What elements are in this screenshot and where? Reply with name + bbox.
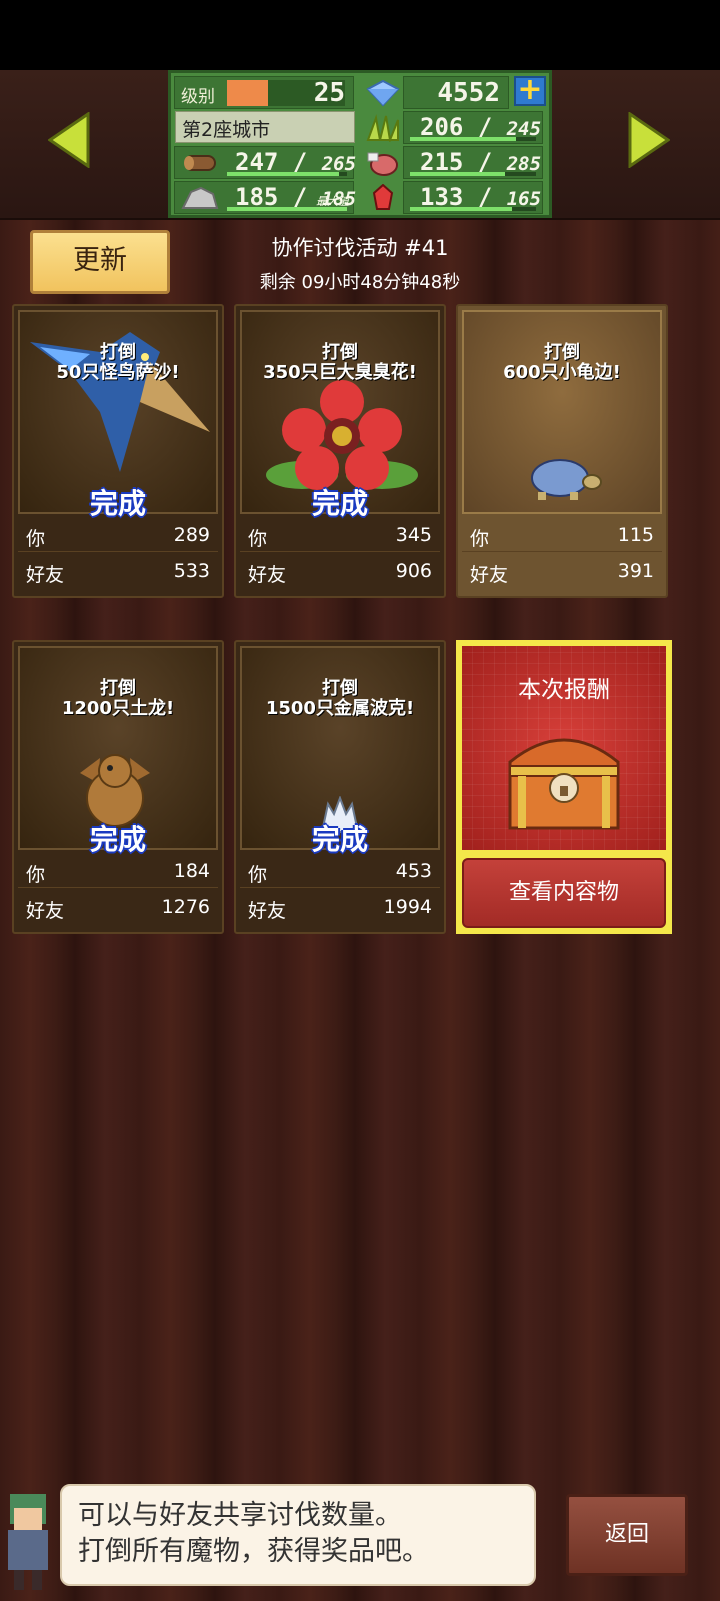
friend-label: 好友	[248, 900, 287, 922]
completed-label: 完成	[89, 823, 146, 856]
friend-value: 1994	[383, 896, 432, 918]
your-count-row: 你 289	[18, 518, 218, 552]
friend-count-row: 好友 1276	[18, 890, 218, 924]
your-count-row: 你 345	[240, 518, 440, 552]
hint-line-2: 打倒所有魔物，获得奖品吧。	[78, 1536, 429, 1567]
resource-panel: 级别 25 4552 + 第2座城市 247 / 265 185 / 185 最…	[168, 70, 552, 218]
character-avatar	[8, 1494, 48, 1590]
level-value: 25	[313, 78, 345, 108]
completed-label: 完成	[311, 823, 368, 856]
friend-value: 533	[173, 560, 210, 582]
you-label: 你	[26, 528, 46, 550]
friend-label: 好友	[470, 564, 509, 586]
previous-arrow-button[interactable]	[47, 111, 90, 169]
level-label: 级别	[181, 87, 215, 107]
hint-line-1: 可以与好友共享讨伐数量。	[78, 1500, 402, 1531]
refresh-button[interactable]: 更新	[30, 230, 170, 294]
city-name: 第2座城市	[175, 111, 355, 143]
reward-card: 本次报酬 查看内容物	[456, 640, 672, 934]
task-line2: 1200只土龙!	[61, 698, 175, 719]
task-art: 打倒 1200只土龙! 完成	[18, 646, 218, 856]
friend-count-row: 好友 1994	[240, 890, 440, 924]
task-card[interactable]: 打倒 600只小龟边! 你 115 好友 391	[456, 304, 668, 598]
you-label: 你	[248, 864, 268, 886]
right-arrow-icon	[628, 111, 671, 169]
reward-title: 本次报酬	[518, 677, 610, 703]
task-line2: 50只怪鸟萨沙!	[56, 362, 180, 383]
task-card[interactable]: 打倒 1200只土龙! 完成 你 184 好友 1276	[12, 640, 224, 934]
add-gems-button[interactable]: +	[514, 75, 546, 106]
grass-bundle-icon	[366, 114, 399, 142]
task-art: 打倒 50只怪鸟萨沙! 完成	[18, 310, 218, 520]
task-art: 打倒 350只巨大臭臭花! 完成	[240, 310, 440, 520]
turtle-monster-icon	[531, 459, 602, 500]
you-value: 115	[617, 524, 654, 546]
your-count-row: 你 453	[240, 854, 440, 888]
task-line2: 350只巨大臭臭花!	[263, 362, 417, 383]
you-label: 你	[26, 864, 46, 886]
friend-label: 好友	[248, 564, 287, 586]
next-arrow-button[interactable]	[628, 111, 671, 169]
task-line2: 600只小龟边!	[503, 362, 621, 383]
friend-count-row: 好友 906	[240, 554, 440, 588]
event-title: 协作讨伐活动 #41	[271, 236, 449, 260]
task-art: 打倒 1500只金属波克! 完成	[240, 646, 440, 856]
friend-label: 好友	[26, 900, 65, 922]
resource-meat: 215 / 285	[367, 146, 543, 179]
event-time-remaining: 剩余 09小时48分钟48秒	[259, 272, 461, 293]
your-count-row: 你 184	[18, 854, 218, 888]
task-card[interactable]: 打倒 350只巨大臭臭花! 完成 你 345 好友 906	[234, 304, 446, 598]
wood-log-icon	[184, 155, 216, 171]
resource-crystal: 133 / 165	[372, 181, 543, 214]
task-card[interactable]: 打倒 1500只金属波克! 完成 你 453 好友 1994	[234, 640, 446, 934]
you-label: 你	[470, 528, 490, 550]
completed-label: 完成	[311, 487, 368, 520]
you-value: 345	[395, 524, 432, 546]
level-cell: 级别 25	[174, 76, 354, 109]
task-art: 打倒 600只小龟边!	[462, 310, 662, 514]
friend-value: 906	[395, 560, 432, 582]
friend-label: 好友	[26, 564, 65, 586]
friend-count-row: 好友 391	[462, 554, 662, 588]
resource-stone: 185 / 185 最大值	[174, 181, 356, 214]
hint-dialog: 可以与好友共享讨伐数量。 打倒所有魔物，获得奖品吧。	[60, 1484, 536, 1586]
status-bar	[0, 0, 720, 70]
gem-icon	[366, 79, 400, 107]
view-contents-button[interactable]: 查看内容物	[462, 858, 666, 928]
resource-grass: 206 / 245	[366, 111, 543, 144]
friend-value: 391	[617, 560, 654, 582]
back-button[interactable]: 返回	[566, 1494, 688, 1576]
you-value: 184	[173, 860, 210, 882]
completed-label: 完成	[89, 487, 146, 520]
red-crystal-icon	[372, 184, 394, 210]
treasure-chest-icon	[508, 738, 620, 830]
gem-cell: 4552	[366, 76, 509, 109]
task-line2: 1500只金属波克!	[265, 698, 415, 719]
gem-count: 4552	[437, 78, 500, 108]
your-count-row: 你 115	[462, 518, 662, 552]
left-arrow-icon	[47, 111, 90, 169]
stone-ore-icon	[181, 186, 219, 209]
you-value: 289	[173, 524, 210, 546]
task-card[interactable]: 打倒 50只怪鸟萨沙! 完成 你 289 好友 533	[12, 304, 224, 598]
friend-value: 1276	[161, 896, 210, 918]
you-label: 你	[248, 528, 268, 550]
resource-wood: 247 / 265	[174, 146, 356, 179]
meat-icon	[367, 152, 398, 176]
friend-count-row: 好友 533	[18, 554, 218, 588]
you-value: 453	[395, 860, 432, 882]
